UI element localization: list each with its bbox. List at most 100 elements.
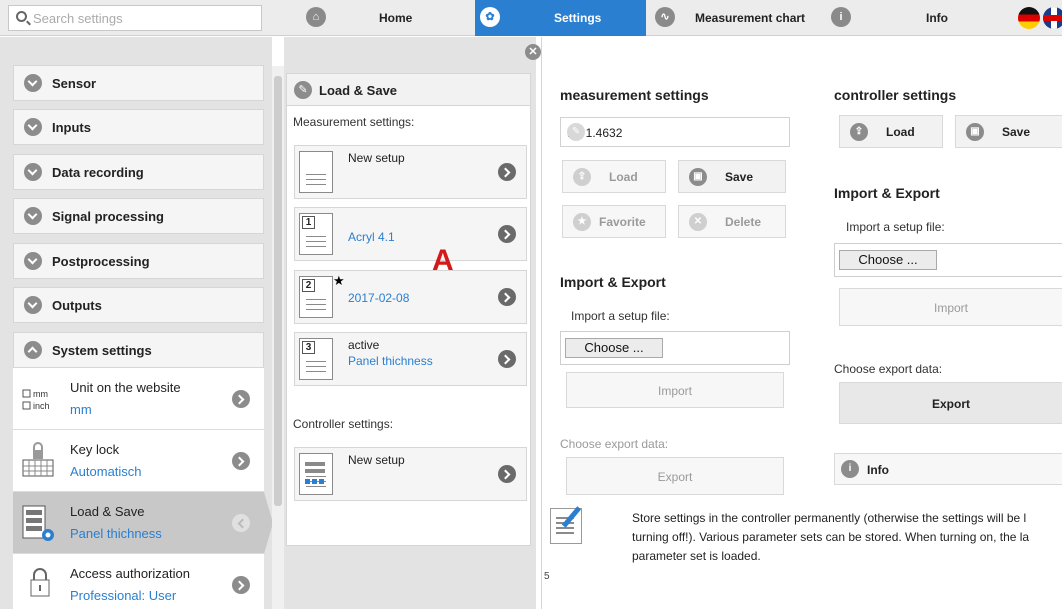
controller-export-button[interactable]: Export (839, 382, 1062, 424)
chevron-down-icon (24, 207, 42, 225)
document-icon (299, 151, 333, 193)
system-item-key-lock[interactable]: Key lock Automatisch (13, 430, 264, 492)
chevron-down-icon (24, 163, 42, 181)
delete-icon: ✕ (689, 213, 707, 231)
setup-status: active (348, 338, 380, 352)
category-system-settings[interactable]: System settings (13, 332, 264, 368)
controller-save-button[interactable]: ▣ Save (955, 115, 1062, 148)
system-item-load-save[interactable]: Load & Save Panel thichness (13, 492, 273, 554)
button-label: Load (609, 170, 638, 184)
measurement-import-button[interactable]: Import (566, 372, 784, 408)
pencil-icon: ✎ (294, 81, 312, 99)
measurement-export-button[interactable]: Export (566, 457, 784, 495)
category-signal-processing[interactable]: Signal processing (13, 198, 264, 234)
document-icon: 2 ★ (299, 273, 345, 318)
info-section-header[interactable]: i Info (834, 453, 1062, 485)
nav-measurement-chart[interactable]: ∿ Measurement chart (650, 0, 822, 36)
chevron-up-icon (24, 341, 42, 359)
import-file-field[interactable]: Choose ... (560, 331, 790, 365)
measurement-load-button[interactable]: ⇪ Load (562, 160, 666, 193)
category-label: Data recording (52, 165, 144, 180)
search-box[interactable] (8, 5, 262, 31)
setup-name: New setup (348, 151, 405, 165)
category-sensor[interactable]: Sensor (13, 65, 264, 101)
category-postprocessing[interactable]: Postprocessing (13, 243, 264, 279)
controller-setup-new[interactable]: New setup (294, 447, 527, 501)
unit-mm-inch-icon: mm inch (21, 380, 65, 418)
gear-icon: ✿ (480, 7, 500, 27)
measurement-save-button[interactable]: ▣ Save (678, 160, 786, 193)
item-value: Automatisch (70, 464, 142, 479)
import-label: Import a setup file: (571, 309, 670, 323)
nav-info[interactable]: i Info (826, 0, 1006, 36)
search-icon (16, 11, 27, 22)
nav-home[interactable]: ⌂ Home (301, 0, 471, 36)
chevron-down-icon (24, 74, 42, 92)
load-save-list: ✎ Load & Save Measurement settings: New … (286, 73, 531, 546)
nav-settings-label: Settings (554, 11, 602, 25)
button-label: Import (933, 301, 968, 315)
item-title: Load & Save (70, 504, 145, 519)
home-icon: ⌂ (306, 7, 326, 27)
search-input[interactable] (33, 9, 253, 27)
star-icon: ★ (573, 213, 591, 231)
controller-import-file-field[interactable]: Choose ... (834, 243, 1062, 277)
setup-slot-3[interactable]: 3 active Panel thichness (294, 332, 527, 386)
settings-document-icon (550, 508, 582, 544)
chevron-left-icon (232, 514, 250, 532)
controller-settings-title: controller settings (834, 87, 957, 103)
category-label: Signal processing (52, 209, 164, 224)
chevron-right-icon (232, 576, 250, 594)
chevron-right-icon (498, 465, 516, 483)
close-icon[interactable]: ✕ (525, 44, 541, 60)
load-icon: ⇪ (573, 168, 591, 186)
load-icon: ⇪ (850, 123, 868, 141)
controller-import-export-title: Import & Export (834, 185, 940, 201)
system-item-unit[interactable]: mm inch Unit on the website mm (13, 368, 264, 430)
save-icon: ▣ (689, 168, 707, 186)
setup-slot-1[interactable]: 1 Acryl 4.1 (294, 207, 527, 261)
controller-load-button[interactable]: ⇪ Load (839, 115, 943, 148)
favorite-button[interactable]: ★ Favorite (562, 205, 666, 238)
info-line: turning off!). Various parameter sets ca… (632, 530, 1030, 544)
setup-name-field[interactable]: FS 1.4632 ✎ (560, 117, 790, 147)
nav-settings[interactable]: ✿ Settings (475, 0, 646, 36)
favorite-star-icon: ★ (333, 273, 345, 288)
slot-number: 3 (302, 341, 315, 354)
item-title: Unit on the website (70, 380, 181, 395)
setup-name: Acryl 4.1 (348, 230, 395, 244)
system-item-access[interactable]: Access authorization Professional: User (13, 554, 264, 609)
category-outputs[interactable]: Outputs (13, 287, 264, 323)
panel-title: Load & Save (319, 83, 398, 98)
import-export-title: Import & Export (560, 274, 666, 290)
german-flag-icon[interactable] (1018, 7, 1040, 29)
left-scrollbar[interactable] (272, 66, 284, 609)
category-inputs[interactable]: Inputs (13, 109, 264, 145)
setup-slot-2[interactable]: 2 ★ 2017-02-08 (294, 270, 527, 324)
controller-import-button[interactable]: Import (839, 288, 1062, 326)
category-label: Inputs (52, 120, 91, 135)
category-data-recording[interactable]: Data recording (13, 154, 264, 190)
category-label: System settings (52, 343, 152, 358)
pencil-icon[interactable]: ✎ (567, 123, 585, 141)
button-label: Export (657, 470, 693, 484)
english-flag-icon[interactable] (1043, 7, 1062, 29)
choose-file-button[interactable]: Choose ... (839, 250, 937, 270)
button-label: Import (657, 384, 692, 398)
load-save-panel: ✎ Load & Save Measurement settings: New … (284, 37, 536, 609)
controller-setup-icon (299, 453, 333, 495)
item-value: Professional: User (70, 588, 177, 603)
scrollbar-thumb[interactable] (274, 76, 282, 506)
annotation-label: A (432, 244, 454, 277)
setup-new[interactable]: New setup (294, 145, 527, 199)
item-value: mm (70, 402, 92, 417)
delete-button[interactable]: ✕ Delete (678, 205, 786, 238)
measurement-settings-title: measurement settings (560, 87, 709, 103)
controller-import-label: Import a setup file: (846, 220, 945, 234)
info-icon: i (831, 7, 851, 27)
info-label: Info (867, 463, 889, 477)
choose-file-button[interactable]: Choose ... (565, 338, 663, 358)
chevron-right-icon (498, 350, 516, 368)
item-title: Key lock (70, 442, 120, 457)
chevron-right-icon (232, 390, 250, 408)
